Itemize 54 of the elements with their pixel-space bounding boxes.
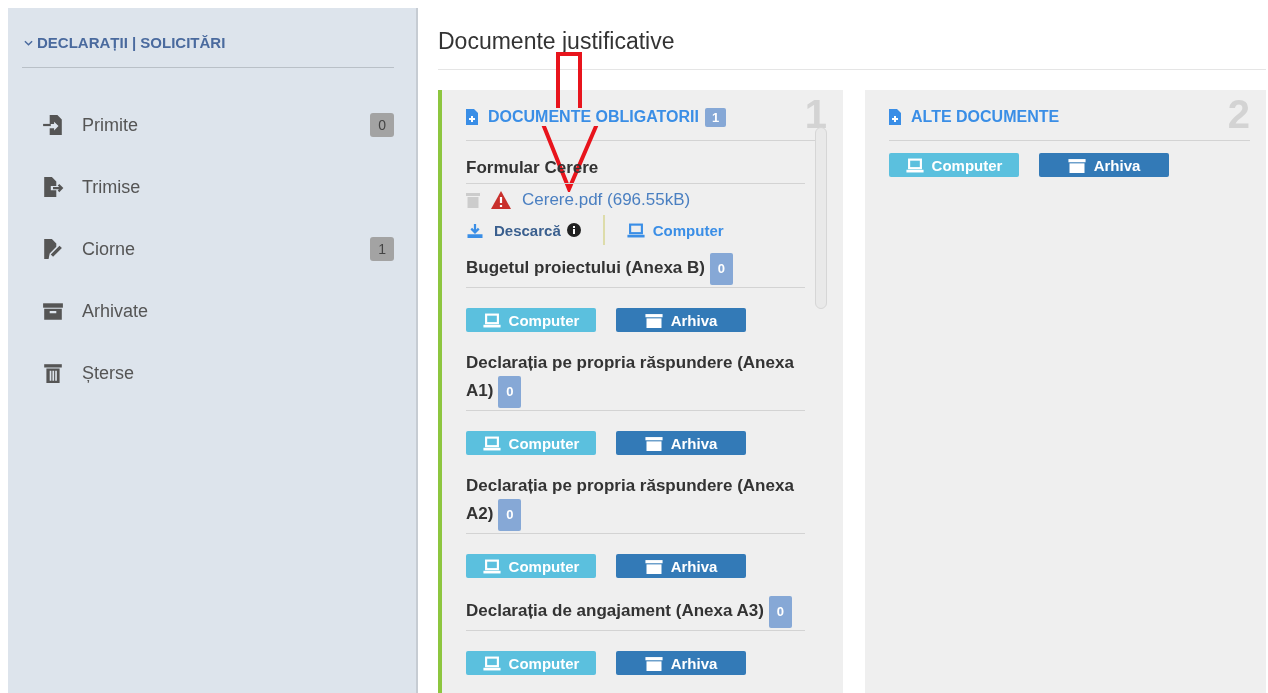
document-title: Bugetul proiectului (Anexa B) 0	[466, 253, 805, 288]
laptop-icon	[482, 558, 501, 574]
file-link[interactable]: Cerere.pdf (696.55kB)	[522, 189, 691, 210]
archive-button[interactable]: Arhiva	[616, 431, 746, 455]
archive-icon	[644, 435, 663, 451]
section-toggle[interactable]: DECLARAȚII | SOLICITĂRI	[22, 8, 394, 68]
sidebar-label: Trimise	[82, 176, 142, 198]
sidebar-label: Primite	[82, 114, 139, 136]
sidebar-item[interactable]: Primite 0	[22, 94, 394, 156]
sidebar-item[interactable]: Șterse	[22, 342, 394, 404]
count-badge: 0	[498, 376, 522, 408]
panel-title: DOCUMENTE OBLIGATORII	[466, 108, 699, 126]
count-badge: 1	[704, 107, 727, 127]
document-plus-icon	[466, 109, 478, 125]
sidebar-label: Ciorne	[82, 238, 137, 260]
trash-icon[interactable]	[466, 191, 480, 208]
chevron-icon	[24, 39, 33, 46]
document-title: Declarația de angajament (Anexa A3) 0	[466, 596, 805, 631]
laptop-icon	[482, 655, 501, 671]
archive-button[interactable]: Arhiva	[616, 308, 746, 332]
sidebar-item[interactable]: Trimise	[22, 156, 394, 218]
download-link[interactable]: Descarcă	[466, 221, 561, 239]
sidebar-label: Șterse	[82, 362, 136, 384]
warning-icon	[490, 190, 512, 209]
archive-icon	[1067, 157, 1086, 173]
panel-title: ALTE DOCUMENTE	[889, 108, 1060, 126]
count-badge: 0	[498, 499, 522, 531]
laptop-icon	[905, 157, 924, 173]
info-icon	[566, 223, 581, 237]
download-icon	[466, 222, 484, 238]
file-import-icon	[42, 114, 64, 136]
page-title: Documente justificative	[438, 28, 1266, 70]
archive-icon	[42, 300, 64, 322]
archive-icon	[644, 655, 663, 671]
sidebar-item[interactable]: Ciorne 1	[22, 218, 394, 280]
laptop-icon	[482, 435, 501, 451]
archive-button[interactable]: Arhiva	[616, 554, 746, 578]
file-edit-icon	[42, 238, 64, 260]
archive-button[interactable]: Arhiva	[1039, 153, 1169, 177]
count-badge: 0	[768, 596, 792, 628]
archive-icon	[644, 558, 663, 574]
count-badge: 0	[709, 253, 733, 285]
archive-icon	[644, 312, 663, 328]
laptop-icon	[626, 222, 645, 238]
computer-link[interactable]: Computer	[626, 221, 724, 239]
file-export-icon	[42, 176, 64, 198]
count-badge: 1	[370, 237, 394, 261]
laptop-icon	[482, 312, 501, 328]
archive-button[interactable]: Arhiva	[616, 651, 746, 675]
sidebar-label: Arhivate	[82, 300, 150, 322]
count-badge: 0	[370, 113, 394, 137]
sidebar-item[interactable]: Arhivate	[22, 280, 394, 342]
document-plus-icon	[889, 109, 901, 125]
trash-icon	[42, 362, 64, 384]
